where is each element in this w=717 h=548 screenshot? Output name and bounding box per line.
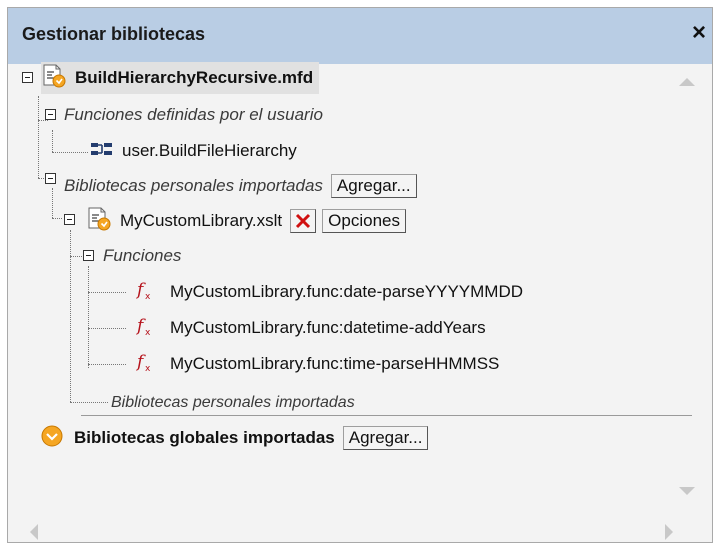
tree-connector — [52, 130, 53, 152]
add-personal-library-button[interactable]: Agregar... — [330, 174, 417, 198]
svg-text:x: x — [145, 364, 151, 373]
udf-group-label: Funciones definidas por el usuario — [64, 105, 323, 124]
function-label: MyCustomLibrary.func:datetime-addYears — [170, 318, 486, 337]
mfd-file-icon — [41, 63, 67, 94]
collapse-toggle[interactable] — [22, 72, 33, 83]
tree-connector — [70, 402, 108, 403]
section-divider — [81, 415, 692, 416]
function-fx-icon: f x — [135, 315, 156, 342]
function-fx-icon: f x — [135, 351, 156, 378]
global-library-icon — [40, 424, 64, 453]
imported-libraries-row[interactable]: Bibliotecas personales importadas Agrega… — [64, 171, 417, 201]
function-label: MyCustomLibrary.func:time-parseHHMMSS — [170, 354, 500, 373]
tree-connector — [52, 188, 53, 218]
function-label: MyCustomLibrary.func:date-parseYYYYMMDD — [170, 282, 524, 301]
function-item[interactable]: f x MyCustomLibrary.func:datetime-addYea… — [135, 313, 486, 343]
collapse-toggle[interactable] — [45, 173, 56, 184]
svg-text:x: x — [145, 328, 151, 337]
user-function-icon — [90, 140, 114, 163]
tree-connector — [38, 120, 48, 121]
tree-root-row[interactable]: BuildHierarchyRecursive.mfd — [41, 62, 320, 94]
manage-libraries-panel: Gestionar bibliotecas × BuildHierarchyRe… — [7, 7, 713, 543]
horizontal-scrollbar[interactable] — [8, 514, 712, 544]
tree-connector — [52, 218, 62, 219]
tree-root-label: BuildHierarchyRecursive.mfd — [75, 68, 314, 87]
imported-libraries-footer-row: Bibliotecas personales importadas — [111, 388, 355, 418]
collapse-toggle[interactable] — [45, 109, 56, 120]
udf-item-label: user.BuildFileHierarchy — [122, 141, 297, 160]
library-row[interactable]: MyCustomLibrary.xslt Opciones — [86, 205, 406, 237]
udf-group-row[interactable]: Funciones definidas por el usuario — [64, 100, 323, 130]
svg-text:x: x — [145, 292, 151, 301]
library-label: MyCustomLibrary.xslt — [120, 211, 283, 230]
global-libraries-label: Bibliotecas globales importadas — [74, 428, 335, 447]
scroll-down-icon[interactable] — [679, 487, 695, 495]
tree-connector — [52, 152, 88, 153]
functions-group-label: Funciones — [103, 246, 182, 265]
collapse-toggle[interactable] — [64, 214, 75, 225]
functions-group-row[interactable]: Funciones — [103, 241, 181, 271]
tree-connector — [88, 328, 126, 329]
add-global-library-button[interactable]: Agregar... — [342, 426, 429, 450]
scroll-left-icon[interactable] — [30, 524, 38, 540]
function-item[interactable]: f x MyCustomLibrary.func:time-parseHHMMS… — [135, 349, 500, 379]
xslt-file-icon — [86, 206, 112, 237]
function-item[interactable]: f x MyCustomLibrary.func:date-parseYYYYM… — [135, 277, 524, 307]
library-options-button[interactable]: Opciones — [322, 209, 406, 233]
panel-title-bar: Gestionar bibliotecas × — [8, 8, 712, 64]
vertical-scrollbar[interactable] — [665, 64, 712, 514]
tree-connector — [38, 96, 39, 178]
imported-libraries-label: Bibliotecas personales importadas — [64, 176, 323, 195]
collapse-toggle[interactable] — [83, 250, 94, 261]
panel-title: Gestionar bibliotecas — [22, 24, 206, 44]
tree-connector — [70, 256, 82, 257]
tree-connector — [88, 292, 126, 293]
udf-item-row[interactable]: user.BuildFileHierarchy — [90, 136, 297, 166]
global-libraries-row[interactable]: Bibliotecas globales importadas Agregar.… — [40, 422, 429, 454]
close-icon[interactable]: × — [688, 21, 710, 45]
tree-connector — [88, 266, 89, 368]
tree-connector — [88, 364, 126, 365]
function-fx-icon: f x — [135, 279, 156, 306]
scroll-up-icon[interactable] — [679, 78, 695, 86]
delete-library-button[interactable] — [290, 209, 317, 233]
imported-libraries-footer-label: Bibliotecas personales importadas — [111, 394, 355, 411]
scroll-right-icon[interactable] — [665, 524, 673, 540]
delete-x-icon — [296, 213, 311, 229]
